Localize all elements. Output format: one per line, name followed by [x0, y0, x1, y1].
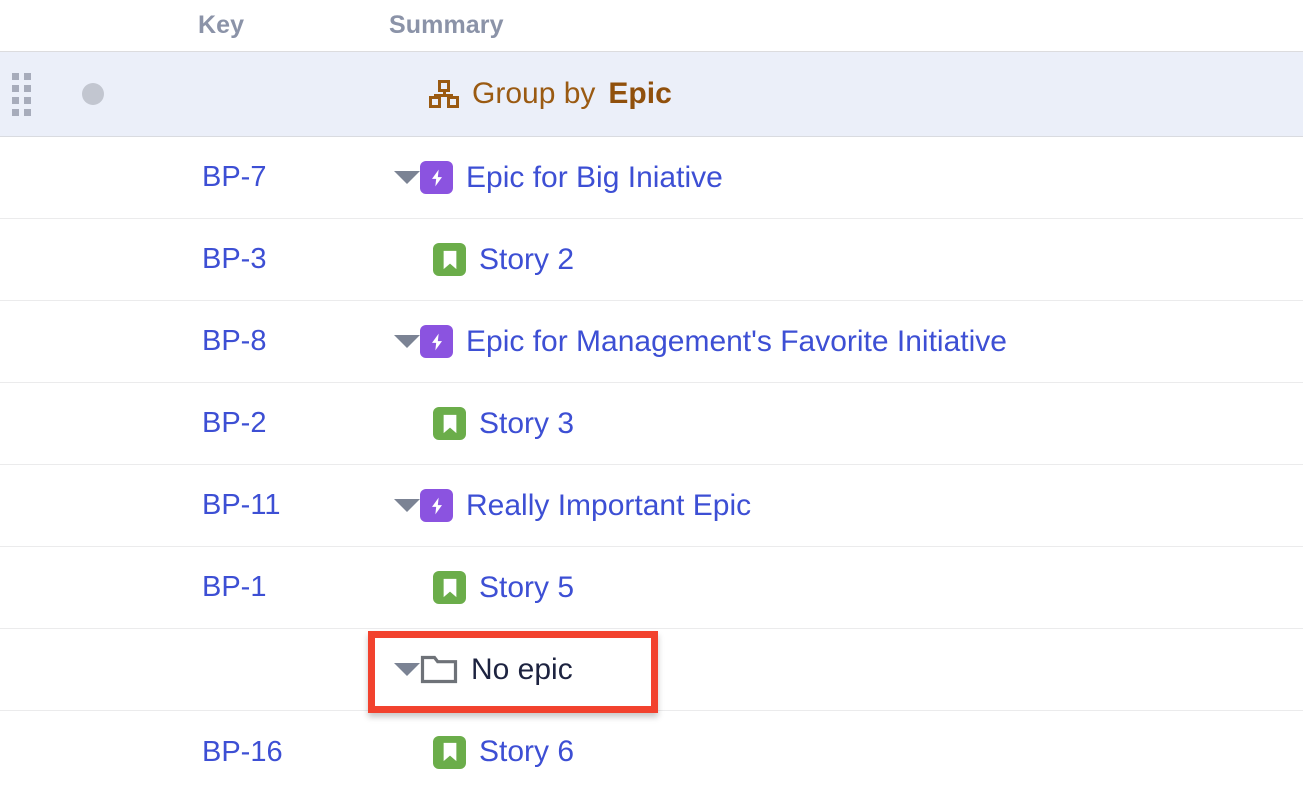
issue-key-link[interactable]: BP-11 — [188, 489, 380, 522]
group-by-prefix-label: Group by — [472, 77, 596, 110]
issue-summary-link[interactable]: Story 6 — [479, 735, 574, 769]
issue-key-link[interactable]: BP-8 — [188, 325, 380, 358]
issue-summary-link[interactable]: Story 5 — [479, 571, 574, 605]
story-icon — [433, 407, 466, 440]
table-row-no-epic-group[interactable]: No epic — [0, 629, 1303, 711]
table-row[interactable]: BP-3 Story 2 — [0, 219, 1303, 301]
issue-summary-link[interactable]: Story 3 — [479, 407, 574, 441]
issue-key-link[interactable]: BP-1 — [188, 571, 380, 604]
issue-summary-cell: Epic for Big Iniative — [380, 161, 1303, 195]
issue-summary-link[interactable]: Epic for Management's Favorite Initiativ… — [466, 325, 1007, 359]
issue-summary-cell: Epic for Management's Favorite Initiativ… — [380, 325, 1303, 359]
table-row[interactable]: BP-2 Story 3 — [0, 383, 1303, 465]
issue-summary-cell: Really Important Epic — [380, 489, 1303, 523]
issue-summary-link[interactable]: Really Important Epic — [466, 489, 751, 523]
group-by-field-label[interactable]: Epic — [608, 77, 671, 111]
group-label[interactable]: No epic — [471, 653, 573, 687]
chevron-placeholder-icon — [393, 253, 420, 266]
story-icon — [433, 571, 466, 604]
chevron-placeholder-icon — [393, 417, 420, 430]
chevron-placeholder-icon — [393, 581, 420, 594]
issue-key-link[interactable]: BP-2 — [188, 407, 380, 440]
chevron-down-icon[interactable] — [393, 663, 420, 676]
group-by-summary-cell[interactable]: Group by Epic — [366, 77, 1303, 111]
issue-summary-cell: Story 3 — [380, 407, 1303, 441]
epic-icon — [420, 325, 453, 358]
status-dot-icon — [82, 83, 104, 105]
chevron-down-icon[interactable] — [393, 171, 420, 184]
chevron-down-icon[interactable] — [393, 335, 420, 348]
story-icon — [433, 735, 466, 769]
issue-summary-cell: Story 6 — [380, 735, 1303, 769]
table-row[interactable]: BP-11 Really Important Epic — [0, 465, 1303, 547]
epic-icon — [420, 161, 453, 194]
folder-icon — [420, 653, 458, 686]
table-row[interactable]: BP-7 Epic for Big Iniative — [0, 137, 1303, 219]
table-row[interactable]: BP-16 Story 6 — [0, 711, 1303, 793]
status-dot-cell — [48, 83, 188, 105]
drag-handle-cell[interactable] — [0, 72, 48, 116]
issue-summary-link[interactable]: Story 2 — [479, 243, 574, 277]
story-icon — [433, 243, 466, 276]
drag-handle-icon[interactable] — [12, 72, 31, 116]
chevron-down-icon[interactable] — [393, 499, 420, 512]
table-header-row: Key Summary — [0, 0, 1303, 52]
issue-key-link[interactable]: BP-16 — [188, 736, 380, 769]
column-header-key[interactable]: Key — [188, 11, 376, 40]
issue-summary-cell: Story 5 — [380, 571, 1303, 605]
chevron-placeholder-icon — [393, 746, 420, 759]
group-by-hierarchy-icon — [429, 80, 459, 108]
group-by-banner-row[interactable]: Group by Epic — [0, 52, 1303, 137]
epic-icon — [420, 489, 453, 522]
issue-summary-link[interactable]: Epic for Big Iniative — [466, 161, 723, 195]
issue-summary-cell: Story 2 — [380, 243, 1303, 277]
issue-summary-cell: No epic — [380, 653, 1303, 687]
column-header-summary[interactable]: Summary — [376, 11, 1303, 40]
table-row[interactable]: BP-8 Epic for Management's Favorite Init… — [0, 301, 1303, 383]
issue-grid: Key Summary Group by Epic BP-7 Epic for … — [0, 0, 1303, 793]
table-row[interactable]: BP-1 Story 5 — [0, 547, 1303, 629]
issue-key-link[interactable]: BP-7 — [188, 161, 380, 194]
issue-key-link[interactable]: BP-3 — [188, 243, 380, 276]
